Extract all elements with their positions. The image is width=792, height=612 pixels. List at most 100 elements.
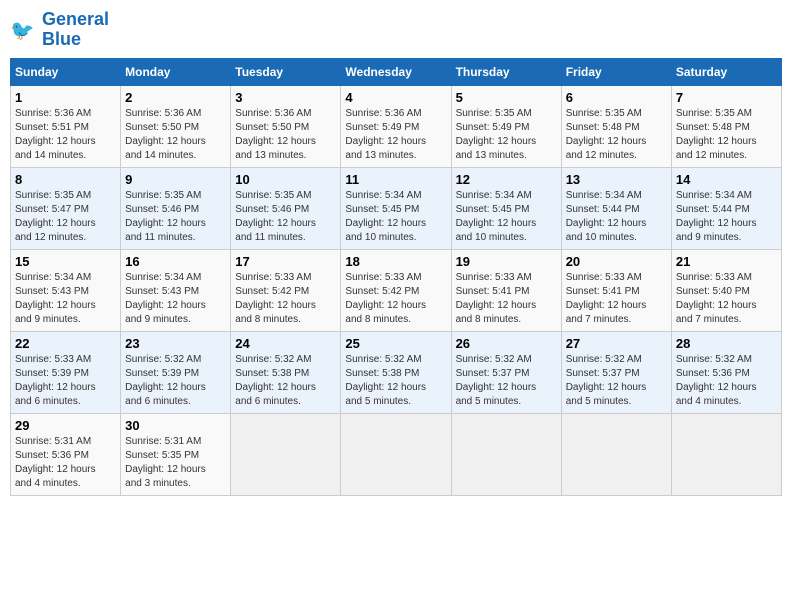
- day-number: 22: [15, 336, 116, 351]
- calendar-cell: 5Sunrise: 5:35 AMSunset: 5:49 PMDaylight…: [451, 85, 561, 167]
- day-number: 16: [125, 254, 226, 269]
- day-number: 24: [235, 336, 336, 351]
- calendar-cell: 16 Sunrise: 5:34 AMSunset: 5:43 PMDayligh…: [121, 249, 231, 331]
- day-detail: Sunrise: 5:31 AMSunset: 5:36 PMDaylight:…: [15, 435, 116, 491]
- day-detail: Sunrise: 5:34 AMSunset: 5:43 PMDaylight:…: [15, 271, 116, 327]
- day-detail: Sunrise: 5:36 AMSunset: 5:50 PMDaylight:…: [235, 107, 336, 163]
- calendar-cell: 21 Sunrise: 5:33 AMSunset: 5:40 PMDayligh…: [671, 249, 781, 331]
- day-detail: Sunrise: 5:34 AMSunset: 5:44 PMDaylight:…: [676, 189, 777, 245]
- calendar-cell: [231, 413, 341, 495]
- col-header-friday: Friday: [561, 58, 671, 85]
- day-detail: Sunrise: 5:34 AMSunset: 5:43 PMDaylight:…: [125, 271, 226, 327]
- day-detail: Sunrise: 5:36 AMSunset: 5:49 PMDaylight:…: [345, 107, 446, 163]
- day-number: 15: [15, 254, 116, 269]
- day-detail: Sunrise: 5:31 AMSunset: 5:35 PMDaylight:…: [125, 435, 226, 491]
- day-detail: Sunrise: 5:32 AMSunset: 5:36 PMDaylight:…: [676, 353, 777, 409]
- day-number: 11: [345, 172, 446, 187]
- col-header-tuesday: Tuesday: [231, 58, 341, 85]
- week-row: 8 Sunrise: 5:35 AMSunset: 5:47 PMDaylight…: [11, 167, 782, 249]
- col-header-saturday: Saturday: [671, 58, 781, 85]
- logo-icon: 🐦: [10, 16, 38, 44]
- day-detail: Sunrise: 5:32 AMSunset: 5:39 PMDaylight:…: [125, 353, 226, 409]
- day-number: 3: [235, 90, 336, 105]
- day-detail: Sunrise: 5:34 AMSunset: 5:45 PMDaylight:…: [345, 189, 446, 245]
- calendar-cell: 2 Sunrise: 5:36 AMSunset: 5:50 PMDaylight…: [121, 85, 231, 167]
- calendar-cell: 28Sunrise: 5:32 AMSunset: 5:36 PMDayligh…: [671, 331, 781, 413]
- col-header-wednesday: Wednesday: [341, 58, 451, 85]
- day-detail: Sunrise: 5:33 AMSunset: 5:39 PMDaylight:…: [15, 353, 116, 409]
- calendar-cell: 13Sunrise: 5:34 AMSunset: 5:44 PMDayligh…: [561, 167, 671, 249]
- calendar-table: SundayMondayTuesdayWednesdayThursdayFrid…: [10, 58, 782, 496]
- day-number: 9: [125, 172, 226, 187]
- day-number: 8: [15, 172, 116, 187]
- calendar-cell: 18 Sunrise: 5:33 AMSunset: 5:42 PMDayligh…: [341, 249, 451, 331]
- calendar-cell: [451, 413, 561, 495]
- calendar-cell: 17Sunrise: 5:33 AMSunset: 5:42 PMDayligh…: [231, 249, 341, 331]
- week-row: 1 Sunrise: 5:36 AMSunset: 5:51 PMDaylight…: [11, 85, 782, 167]
- calendar-cell: 1 Sunrise: 5:36 AMSunset: 5:51 PMDaylight…: [11, 85, 121, 167]
- day-number: 2: [125, 90, 226, 105]
- calendar-cell: 8 Sunrise: 5:35 AMSunset: 5:47 PMDaylight…: [11, 167, 121, 249]
- day-detail: Sunrise: 5:35 AMSunset: 5:46 PMDaylight:…: [125, 189, 226, 245]
- day-detail: Sunrise: 5:34 AMSunset: 5:45 PMDaylight:…: [456, 189, 557, 245]
- calendar-cell: 19Sunrise: 5:33 AMSunset: 5:41 PMDayligh…: [451, 249, 561, 331]
- calendar-cell: 4 Sunrise: 5:36 AMSunset: 5:49 PMDaylight…: [341, 85, 451, 167]
- day-number: 18: [345, 254, 446, 269]
- day-number: 30: [125, 418, 226, 433]
- day-number: 13: [566, 172, 667, 187]
- svg-text:🐦: 🐦: [10, 20, 34, 42]
- calendar-cell: 26Sunrise: 5:32 AMSunset: 5:37 PMDayligh…: [451, 331, 561, 413]
- calendar-cell: 24 Sunrise: 5:32 AMSunset: 5:38 PMDayligh…: [231, 331, 341, 413]
- day-detail: Sunrise: 5:33 AMSunset: 5:40 PMDaylight:…: [676, 271, 777, 327]
- day-detail: Sunrise: 5:36 AMSunset: 5:51 PMDaylight:…: [15, 107, 116, 163]
- calendar-cell: 11 Sunrise: 5:34 AMSunset: 5:45 PMDayligh…: [341, 167, 451, 249]
- calendar-cell: 10 Sunrise: 5:35 AMSunset: 5:46 PMDayligh…: [231, 167, 341, 249]
- day-number: 7: [676, 90, 777, 105]
- day-detail: Sunrise: 5:32 AMSunset: 5:38 PMDaylight:…: [345, 353, 446, 409]
- day-number: 20: [566, 254, 667, 269]
- col-header-thursday: Thursday: [451, 58, 561, 85]
- calendar-cell: 6 Sunrise: 5:35 AMSunset: 5:48 PMDaylight…: [561, 85, 671, 167]
- day-number: 17: [235, 254, 336, 269]
- calendar-cell: 12 Sunrise: 5:34 AMSunset: 5:45 PMDayligh…: [451, 167, 561, 249]
- day-detail: Sunrise: 5:35 AMSunset: 5:46 PMDaylight:…: [235, 189, 336, 245]
- week-row: 15 Sunrise: 5:34 AMSunset: 5:43 PMDayligh…: [11, 249, 782, 331]
- day-number: 6: [566, 90, 667, 105]
- day-number: 12: [456, 172, 557, 187]
- page-header: 🐦 General Blue: [10, 10, 782, 50]
- day-number: 23: [125, 336, 226, 351]
- day-number: 4: [345, 90, 446, 105]
- calendar-cell: 9 Sunrise: 5:35 AMSunset: 5:46 PMDaylight…: [121, 167, 231, 249]
- day-number: 21: [676, 254, 777, 269]
- day-detail: Sunrise: 5:32 AMSunset: 5:38 PMDaylight:…: [235, 353, 336, 409]
- day-detail: Sunrise: 5:33 AMSunset: 5:42 PMDaylight:…: [345, 271, 446, 327]
- calendar-cell: 29 Sunrise: 5:31 AMSunset: 5:36 PMDayligh…: [11, 413, 121, 495]
- logo-text: General Blue: [42, 10, 109, 50]
- day-detail: Sunrise: 5:35 AMSunset: 5:48 PMDaylight:…: [676, 107, 777, 163]
- day-number: 29: [15, 418, 116, 433]
- day-number: 5: [456, 90, 557, 105]
- calendar-cell: [671, 413, 781, 495]
- day-number: 1: [15, 90, 116, 105]
- day-detail: Sunrise: 5:33 AMSunset: 5:41 PMDaylight:…: [456, 271, 557, 327]
- day-number: 26: [456, 336, 557, 351]
- day-detail: Sunrise: 5:35 AMSunset: 5:48 PMDaylight:…: [566, 107, 667, 163]
- day-detail: Sunrise: 5:35 AMSunset: 5:47 PMDaylight:…: [15, 189, 116, 245]
- day-number: 14: [676, 172, 777, 187]
- day-number: 10: [235, 172, 336, 187]
- logo: 🐦 General Blue: [10, 10, 109, 50]
- calendar-cell: 20Sunrise: 5:33 AMSunset: 5:41 PMDayligh…: [561, 249, 671, 331]
- calendar-cell: 25 Sunrise: 5:32 AMSunset: 5:38 PMDayligh…: [341, 331, 451, 413]
- day-detail: Sunrise: 5:36 AMSunset: 5:50 PMDaylight:…: [125, 107, 226, 163]
- day-number: 27: [566, 336, 667, 351]
- calendar-cell: 15 Sunrise: 5:34 AMSunset: 5:43 PMDayligh…: [11, 249, 121, 331]
- calendar-cell: 22 Sunrise: 5:33 AMSunset: 5:39 PMDayligh…: [11, 331, 121, 413]
- header-row: SundayMondayTuesdayWednesdayThursdayFrid…: [11, 58, 782, 85]
- day-number: 25: [345, 336, 446, 351]
- calendar-cell: 23 Sunrise: 5:32 AMSunset: 5:39 PMDayligh…: [121, 331, 231, 413]
- calendar-cell: [341, 413, 451, 495]
- calendar-cell: [561, 413, 671, 495]
- day-detail: Sunrise: 5:32 AMSunset: 5:37 PMDaylight:…: [566, 353, 667, 409]
- col-header-sunday: Sunday: [11, 58, 121, 85]
- calendar-cell: 30 Sunrise: 5:31 AMSunset: 5:35 PMDayligh…: [121, 413, 231, 495]
